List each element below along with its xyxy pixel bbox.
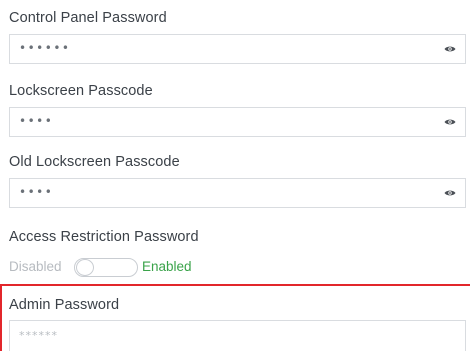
admin-password-placeholder: ****** — [19, 329, 58, 342]
access-restriction-toggle[interactable] — [74, 258, 138, 277]
access-restriction-password-label: Access Restriction Password — [9, 229, 199, 245]
password-settings-panel: Control Panel Password •••••• Lockscreen… — [0, 0, 470, 351]
old-lockscreen-passcode-value: •••• — [19, 185, 54, 199]
control-panel-password-value: •••••• — [19, 41, 71, 55]
highlight-border-top — [0, 284, 470, 286]
lockscreen-passcode-value: •••• — [19, 114, 54, 128]
lockscreen-passcode-field[interactable]: •••• — [9, 107, 466, 137]
control-panel-password-field[interactable]: •••••• — [9, 34, 466, 64]
toggle-disabled-label: Disabled — [9, 259, 62, 274]
eye-icon[interactable] — [444, 189, 456, 197]
eye-icon[interactable] — [444, 45, 456, 53]
toggle-enabled-label: Enabled — [142, 259, 192, 274]
control-panel-password-label: Control Panel Password — [9, 10, 167, 26]
eye-icon[interactable] — [444, 118, 456, 126]
old-lockscreen-passcode-field[interactable]: •••• — [9, 178, 466, 208]
highlight-border-left — [0, 284, 2, 351]
admin-password-label: Admin Password — [9, 297, 120, 313]
old-lockscreen-passcode-label: Old Lockscreen Passcode — [9, 154, 180, 170]
admin-password-field[interactable]: ****** — [9, 320, 466, 351]
lockscreen-passcode-label: Lockscreen Passcode — [9, 83, 153, 99]
toggle-knob — [76, 259, 94, 276]
